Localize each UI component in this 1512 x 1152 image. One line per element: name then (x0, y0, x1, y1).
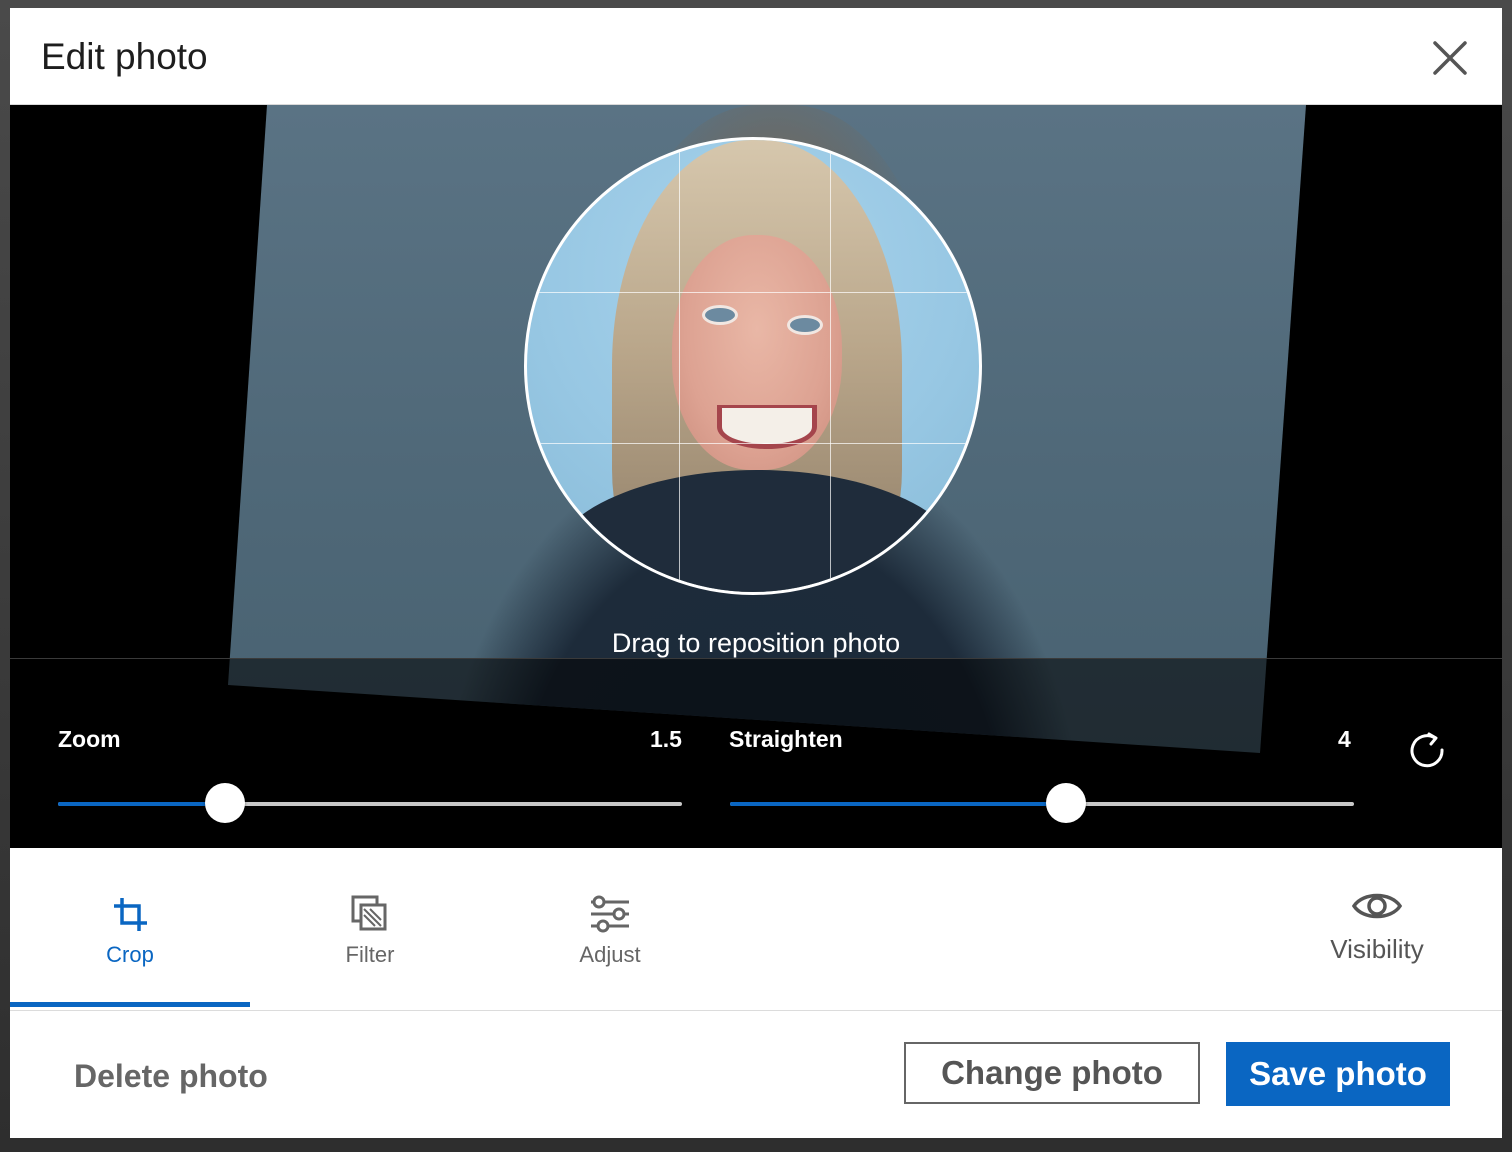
drag-hint: Drag to reposition photo (611, 628, 901, 658)
rotate-icon (1410, 732, 1444, 768)
photo-jacket (547, 470, 967, 592)
zoom-value: 1.5 (650, 726, 682, 752)
crop-grid-line (527, 443, 979, 444)
zoom-label: Zoom (58, 726, 121, 752)
crop-grid-line (830, 140, 831, 592)
photo-editor-canvas[interactable]: Drag to reposition photo Zoom 1.5 Straig… (10, 105, 1502, 848)
photo-eye-right (787, 315, 823, 335)
delete-photo-button[interactable]: Delete photo (52, 1041, 290, 1111)
eye-icon (1351, 893, 1403, 919)
straighten-label: Straighten (729, 726, 843, 752)
rotate-button[interactable] (1405, 728, 1449, 772)
zoom-slider-fill (58, 802, 225, 806)
zoom-slider[interactable] (58, 783, 682, 823)
zoom-slider-thumb[interactable] (204, 783, 245, 823)
active-tab-indicator (10, 1002, 250, 1007)
edit-photo-dialog: Edit photo Drag to reposition photo Zoom… (10, 8, 1502, 1138)
tab-filter[interactable]: Filter (250, 848, 490, 1008)
straighten-slider-fill (730, 802, 1067, 806)
editor-tabs: Crop Filter Adjust Visibility (10, 848, 1502, 1011)
tab-label: Crop (106, 942, 154, 967)
save-photo-button[interactable]: Save photo (1226, 1042, 1450, 1106)
close-button[interactable] (1428, 36, 1472, 80)
crop-icon (114, 898, 147, 931)
tab-label: Filter (345, 942, 395, 967)
adjust-icon (591, 895, 629, 933)
change-photo-button[interactable]: Change photo (904, 1042, 1200, 1104)
visibility-button[interactable]: Visibility (1307, 848, 1447, 1008)
straighten-value: 4 (1338, 726, 1351, 752)
photo-eye-left (702, 305, 738, 325)
tab-crop[interactable]: Crop (10, 848, 250, 1008)
crop-grid-line (679, 140, 680, 592)
visibility-label: Visibility (1330, 934, 1424, 964)
tab-adjust[interactable]: Adjust (490, 848, 730, 1008)
dialog-header: Edit photo (10, 8, 1502, 105)
close-icon (1433, 41, 1467, 75)
dialog-title: Edit photo (41, 36, 208, 77)
crop-circle[interactable] (524, 137, 982, 595)
crop-grid-line (527, 292, 979, 293)
straighten-slider[interactable] (730, 783, 1354, 823)
filter-icon (351, 895, 387, 931)
dialog-footer: Delete photo Change photo Save photo (10, 1011, 1502, 1138)
tab-label: Adjust (579, 942, 641, 967)
